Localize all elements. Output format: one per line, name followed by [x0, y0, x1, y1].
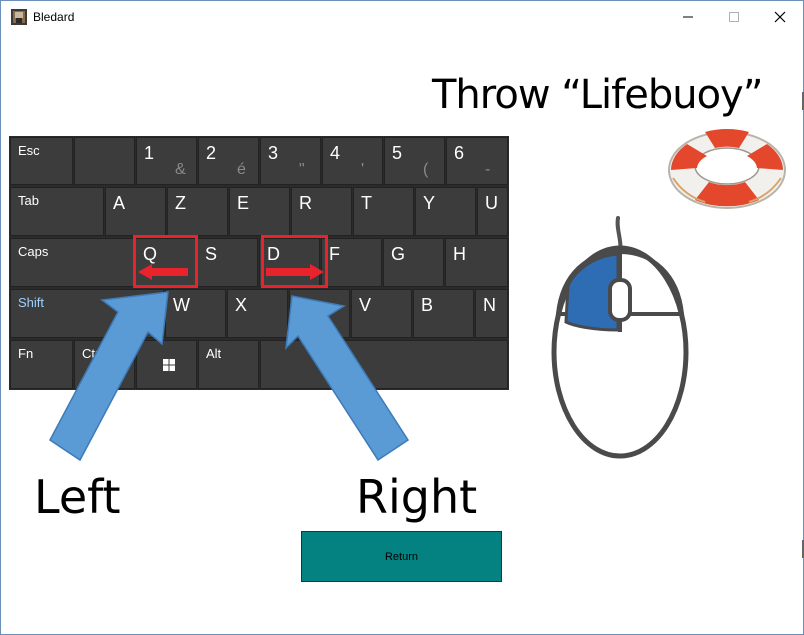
app-icon — [11, 9, 27, 25]
close-button[interactable] — [757, 1, 803, 33]
key-label: Alt — [206, 346, 222, 361]
key-sublabel: " — [299, 161, 305, 178]
key-label: R — [299, 193, 312, 213]
key-label: 6 — [454, 143, 465, 163]
key-6: 6- — [446, 137, 508, 185]
key-2: 2é — [198, 137, 259, 185]
key-t: T — [353, 187, 414, 236]
key-label: 4 — [330, 143, 341, 163]
key-label: Z — [175, 193, 186, 213]
key-h: H — [445, 238, 508, 287]
key-s: S — [197, 238, 258, 287]
key-a: A — [105, 187, 166, 236]
key-label: Y — [423, 193, 436, 213]
key-n: N — [475, 289, 508, 338]
key-y: Y — [415, 187, 476, 236]
close-icon — [774, 11, 786, 23]
key-e: E — [229, 187, 290, 236]
key-blank — [74, 137, 135, 185]
left-label: Left — [34, 470, 121, 524]
key-label: E — [237, 193, 250, 213]
key-label: Caps — [18, 244, 49, 259]
key-alt: Alt — [198, 340, 259, 389]
key-label: Tab — [18, 193, 39, 208]
key-label: S — [205, 244, 218, 264]
key-label: B — [421, 295, 434, 315]
right-arrow-icon — [266, 264, 324, 280]
key-sublabel: é — [237, 161, 246, 178]
key-r: R — [291, 187, 352, 236]
key-g: G — [383, 238, 444, 287]
minimize-button[interactable] — [665, 1, 711, 33]
key-5: 5( — [384, 137, 445, 185]
key-esc: Esc — [10, 137, 73, 185]
key-label: Shift — [18, 295, 45, 310]
right-label: Right — [356, 470, 478, 524]
key-label: F — [329, 244, 340, 264]
key-label: T — [361, 193, 372, 213]
key-b: B — [413, 289, 474, 338]
key-z: Z — [167, 187, 228, 236]
key-sublabel: & — [175, 161, 186, 178]
key-label: G — [391, 244, 406, 264]
key-tab: Tab — [10, 187, 104, 236]
key-f: F — [321, 238, 382, 287]
window-title: Bledard — [33, 10, 75, 24]
key-label: 1 — [144, 143, 155, 163]
lifebuoy-icon — [668, 129, 786, 209]
key-label: 5 — [392, 143, 403, 163]
key-u: U — [477, 187, 508, 236]
key-sublabel: ( — [423, 161, 429, 178]
return-button[interactable]: Return — [301, 531, 502, 582]
key-label: Fn — [18, 346, 34, 361]
left-pointer-arrow — [49, 291, 169, 462]
mouse-icon — [551, 216, 689, 459]
key-1: 1 & — [136, 137, 197, 185]
title-bar[interactable]: Bledard — [1, 1, 803, 33]
key-x: X — [227, 289, 288, 338]
key-sublabel: - — [485, 161, 491, 178]
key-label: N — [483, 295, 496, 315]
key-caps: Caps — [10, 238, 134, 287]
headline: Throw “Lifebuoy” — [432, 72, 763, 118]
maximize-icon — [729, 12, 739, 22]
key-label: A — [113, 193, 126, 213]
key-label: 3 — [268, 143, 279, 163]
maximize-button[interactable] — [711, 1, 757, 33]
minimize-icon — [683, 16, 693, 18]
key-label: X — [235, 295, 248, 315]
key-label: H — [453, 244, 466, 264]
key-sublabel: ' — [361, 161, 365, 178]
right-pointer-arrow — [285, 295, 410, 462]
key-4: 4 ' — [322, 137, 383, 185]
key-label: Esc — [18, 143, 40, 158]
key-3: 3 " — [260, 137, 321, 185]
key-label: 2 — [206, 143, 217, 163]
left-arrow-icon — [138, 264, 188, 280]
key-label: U — [485, 193, 498, 213]
